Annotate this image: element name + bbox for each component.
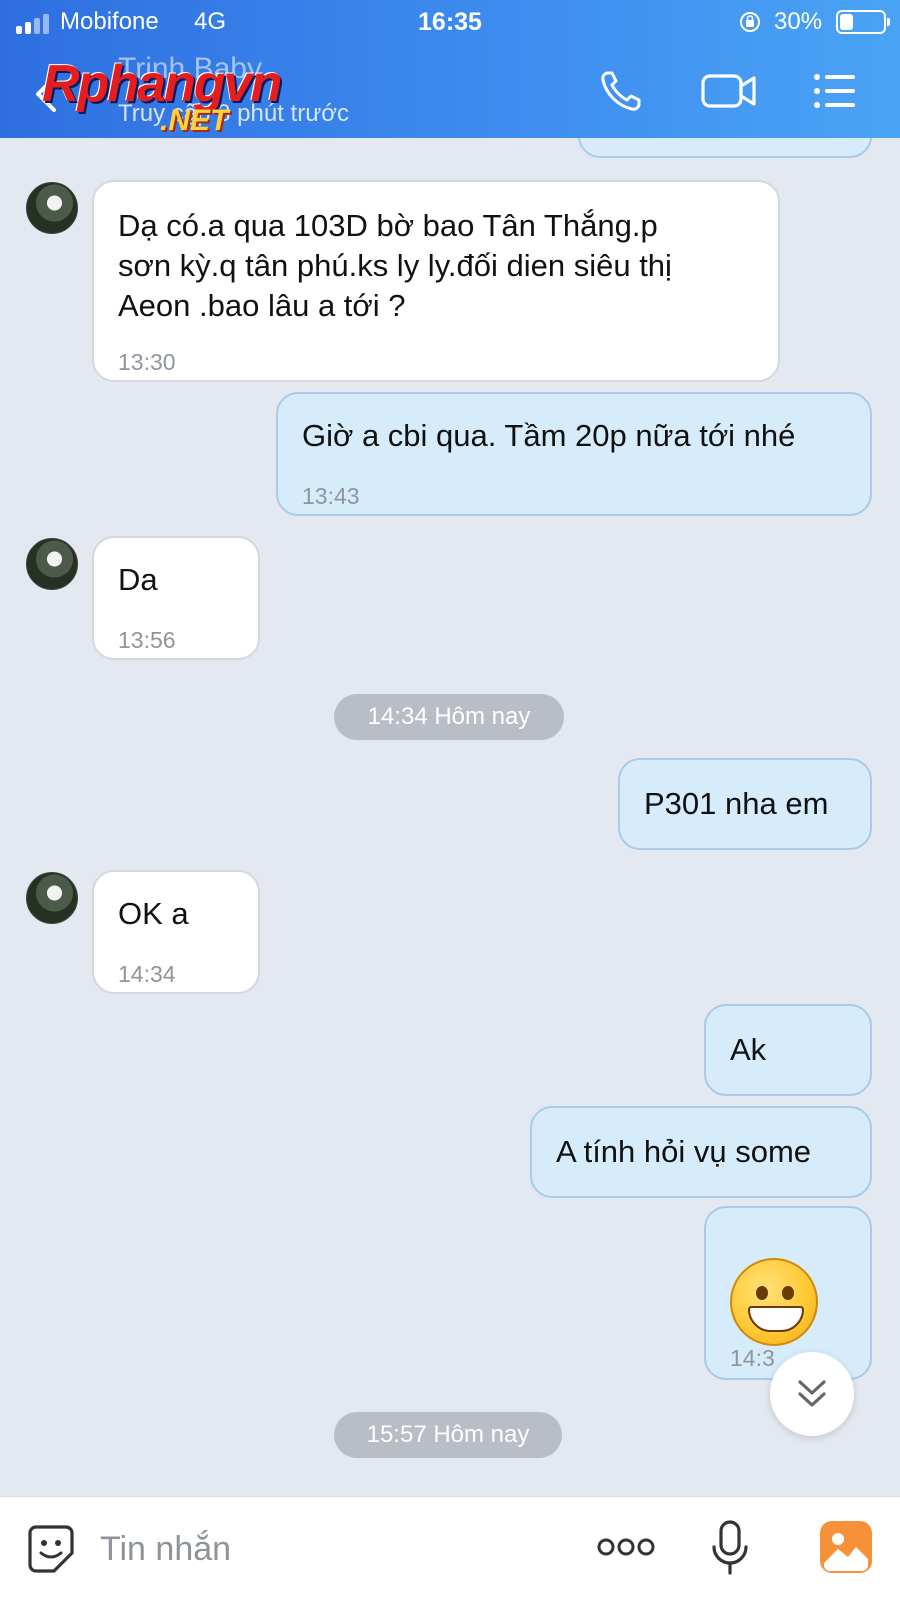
- message-text: P301 nha em: [644, 786, 829, 821]
- rotation-lock-icon: [740, 12, 760, 32]
- status-bar: Mobifone 4G 16:35 30%: [0, 0, 900, 46]
- microphone-icon[interactable]: [710, 1519, 750, 1577]
- message-text: Dạ có.a qua 103D bờ bao Tân Thắng.p: [118, 208, 658, 243]
- message-bubble-outgoing[interactable]: Ak: [704, 1004, 872, 1096]
- double-chevron-down-icon: [798, 1380, 826, 1407]
- message-bubble-outgoing[interactable]: P301 nha em: [618, 758, 872, 850]
- grinning-face-emoji-icon: [730, 1258, 818, 1346]
- contact-avatar[interactable]: [26, 182, 78, 234]
- video-call-icon[interactable]: [700, 68, 758, 114]
- menu-list-icon[interactable]: [812, 68, 858, 114]
- message-bubble-incoming[interactable]: OK a 14:34: [92, 870, 260, 994]
- message-time: 14:34: [118, 961, 176, 987]
- message-text: A tính hỏi vụ some: [556, 1134, 812, 1169]
- message-bubble-incoming[interactable]: Da 13:56: [92, 536, 260, 660]
- message-input[interactable]: [100, 1523, 540, 1575]
- message-bubble-outgoing[interactable]: Giờ a cbi qua. Tầm 20p nữa tới nhé 13:43: [276, 392, 872, 516]
- message-time: 13:56: [118, 627, 176, 653]
- message-text: Aeon .bao lâu a tới ?: [118, 288, 406, 323]
- message-text: Da: [118, 562, 158, 597]
- status-time: 16:35: [418, 8, 482, 36]
- phone-icon[interactable]: [598, 68, 644, 114]
- message-bubble-outgoing[interactable]: A tính hỏi vụ some: [530, 1106, 872, 1198]
- scroll-to-bottom-button[interactable]: [770, 1352, 854, 1436]
- message-text: OK a: [118, 896, 189, 931]
- watermark-logo: Rphangvn .NET: [42, 55, 282, 137]
- more-icon[interactable]: [596, 1533, 656, 1561]
- date-separator: 15:57 Hôm nay: [334, 1412, 562, 1458]
- contact-avatar[interactable]: [26, 872, 78, 924]
- sticker-icon[interactable]: [26, 1523, 76, 1575]
- chat-header: Mobifone 4G 16:35 30% Trinh Baby Truy cậ…: [0, 0, 900, 138]
- message-text: Giờ a cbi qua. Tầm 20p nữa tới nhé: [302, 418, 796, 453]
- message-input-bar: [0, 1496, 900, 1600]
- battery-icon: [836, 10, 890, 34]
- message-text: Ak: [730, 1032, 767, 1067]
- battery-percent: 30%: [774, 8, 823, 35]
- date-separator: 14:34 Hôm nay: [334, 694, 564, 740]
- message-bubble-incoming[interactable]: Dạ có.a qua 103D bờ bao Tân Thắng.p sơn …: [92, 180, 780, 382]
- image-icon[interactable]: [818, 1519, 874, 1575]
- message-bubble-outgoing[interactable]: [578, 138, 872, 158]
- message-time: 13:30: [118, 349, 176, 375]
- message-time: 13:43: [302, 483, 360, 509]
- contact-avatar[interactable]: [26, 538, 78, 590]
- message-text: sơn kỳ.q tân phú.ks ly ly.đối dien siêu …: [118, 248, 672, 283]
